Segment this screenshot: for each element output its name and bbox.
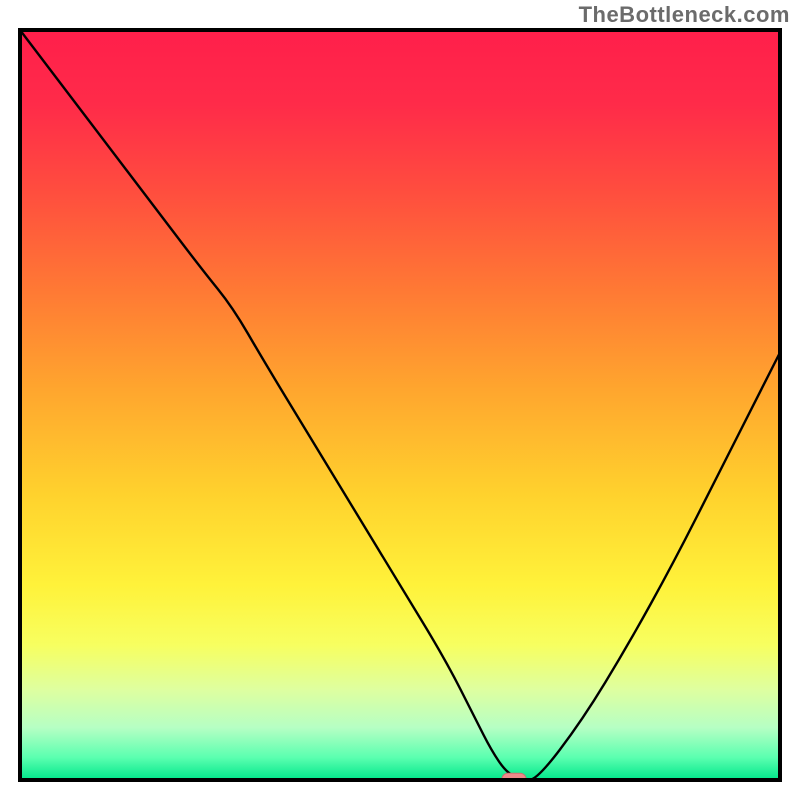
- bottleneck-chart: [0, 0, 800, 800]
- plot-background-gradient: [20, 30, 780, 780]
- chart-stage: TheBottleneck.com: [0, 0, 800, 800]
- watermark-label: TheBottleneck.com: [579, 2, 790, 28]
